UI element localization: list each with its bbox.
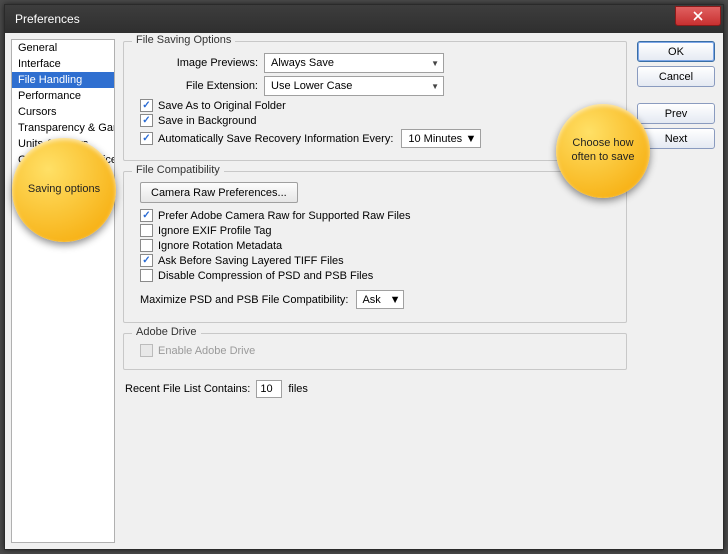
- disable-compression-checkbox[interactable]: [140, 269, 153, 282]
- titlebar: Preferences: [5, 5, 723, 33]
- save-as-original-checkbox[interactable]: [140, 99, 153, 112]
- adobe-drive-group: Adobe Drive Enable Adobe Drive: [123, 333, 627, 370]
- file-extension-value: Use Lower Case: [271, 80, 352, 92]
- file-extension-label: File Extension:: [134, 80, 264, 92]
- auto-save-label: Automatically Save Recovery Information …: [158, 133, 393, 145]
- group-title: Adobe Drive: [132, 326, 201, 338]
- sidebar-item-interface[interactable]: Interface: [12, 56, 114, 72]
- sidebar-item-general[interactable]: General: [12, 40, 114, 56]
- sidebar-item-performance[interactable]: Performance: [12, 88, 114, 104]
- disable-compression-label: Disable Compression of PSD and PSB Files: [158, 270, 373, 282]
- preferences-dialog: Preferences General Interface File Handl…: [4, 4, 724, 550]
- file-extension-select[interactable]: Use Lower Case ▼: [264, 76, 444, 96]
- file-compatibility-group: File Compatibility Camera Raw Preference…: [123, 171, 627, 323]
- maximize-compat-select[interactable]: Ask ▼: [356, 290, 404, 309]
- group-title: File Compatibility: [132, 164, 224, 176]
- window-title: Preferences: [15, 12, 80, 26]
- enable-adobe-drive-label: Enable Adobe Drive: [158, 345, 255, 357]
- close-button[interactable]: [675, 6, 721, 26]
- close-icon: [693, 11, 703, 21]
- save-as-original-label: Save As to Original Folder: [158, 100, 286, 112]
- ignore-rotation-checkbox[interactable]: [140, 239, 153, 252]
- image-previews-value: Always Save: [271, 57, 334, 69]
- save-in-background-label: Save in Background: [158, 115, 256, 127]
- sidebar-item-file-handling[interactable]: File Handling: [12, 72, 114, 88]
- ignore-exif-checkbox[interactable]: [140, 224, 153, 237]
- chevron-down-icon: ▼: [431, 59, 439, 68]
- sidebar-item-cursors[interactable]: Cursors: [12, 104, 114, 120]
- annotation-save-interval: Choose how often to save: [556, 104, 650, 198]
- auto-save-interval-select[interactable]: 10 Minutes ▼: [401, 129, 481, 148]
- image-previews-select[interactable]: Always Save ▼: [264, 53, 444, 73]
- ignore-rotation-label: Ignore Rotation Metadata: [158, 240, 282, 252]
- ok-button[interactable]: OK: [637, 41, 715, 62]
- auto-save-interval-value: 10 Minutes: [408, 133, 462, 145]
- prefer-raw-checkbox[interactable]: [140, 209, 153, 222]
- ask-tiff-checkbox[interactable]: [140, 254, 153, 267]
- enable-adobe-drive-checkbox: [140, 344, 153, 357]
- sidebar-item-transparency[interactable]: Transparency & Gamut: [12, 120, 114, 136]
- chevron-down-icon: ▼: [390, 294, 401, 306]
- maximize-compat-label: Maximize PSD and PSB File Compatibility:: [140, 294, 348, 306]
- category-list: General Interface File Handling Performa…: [11, 39, 115, 543]
- file-saving-group: File Saving Options Image Previews: Alwa…: [123, 41, 627, 161]
- save-in-background-checkbox[interactable]: [140, 114, 153, 127]
- dialog-buttons: OK Cancel Prev Next: [637, 41, 715, 149]
- prefer-raw-label: Prefer Adobe Camera Raw for Supported Ra…: [158, 210, 411, 222]
- chevron-down-icon: ▼: [431, 82, 439, 91]
- camera-raw-preferences-button[interactable]: Camera Raw Preferences...: [140, 182, 298, 203]
- chevron-down-icon: ▼: [465, 133, 476, 145]
- recent-files-suffix: files: [288, 383, 308, 395]
- auto-save-checkbox[interactable]: [140, 132, 153, 145]
- image-previews-label: Image Previews:: [134, 57, 264, 69]
- ignore-exif-label: Ignore EXIF Profile Tag: [158, 225, 272, 237]
- annotation-saving-options: Saving options: [12, 138, 116, 242]
- maximize-compat-value: Ask: [362, 294, 380, 306]
- group-title: File Saving Options: [132, 34, 235, 46]
- ask-tiff-label: Ask Before Saving Layered TIFF Files: [158, 255, 344, 267]
- cancel-button[interactable]: Cancel: [637, 66, 715, 87]
- recent-files-label: Recent File List Contains:: [125, 383, 250, 395]
- prev-button[interactable]: Prev: [637, 103, 715, 124]
- recent-files-input[interactable]: [256, 380, 282, 398]
